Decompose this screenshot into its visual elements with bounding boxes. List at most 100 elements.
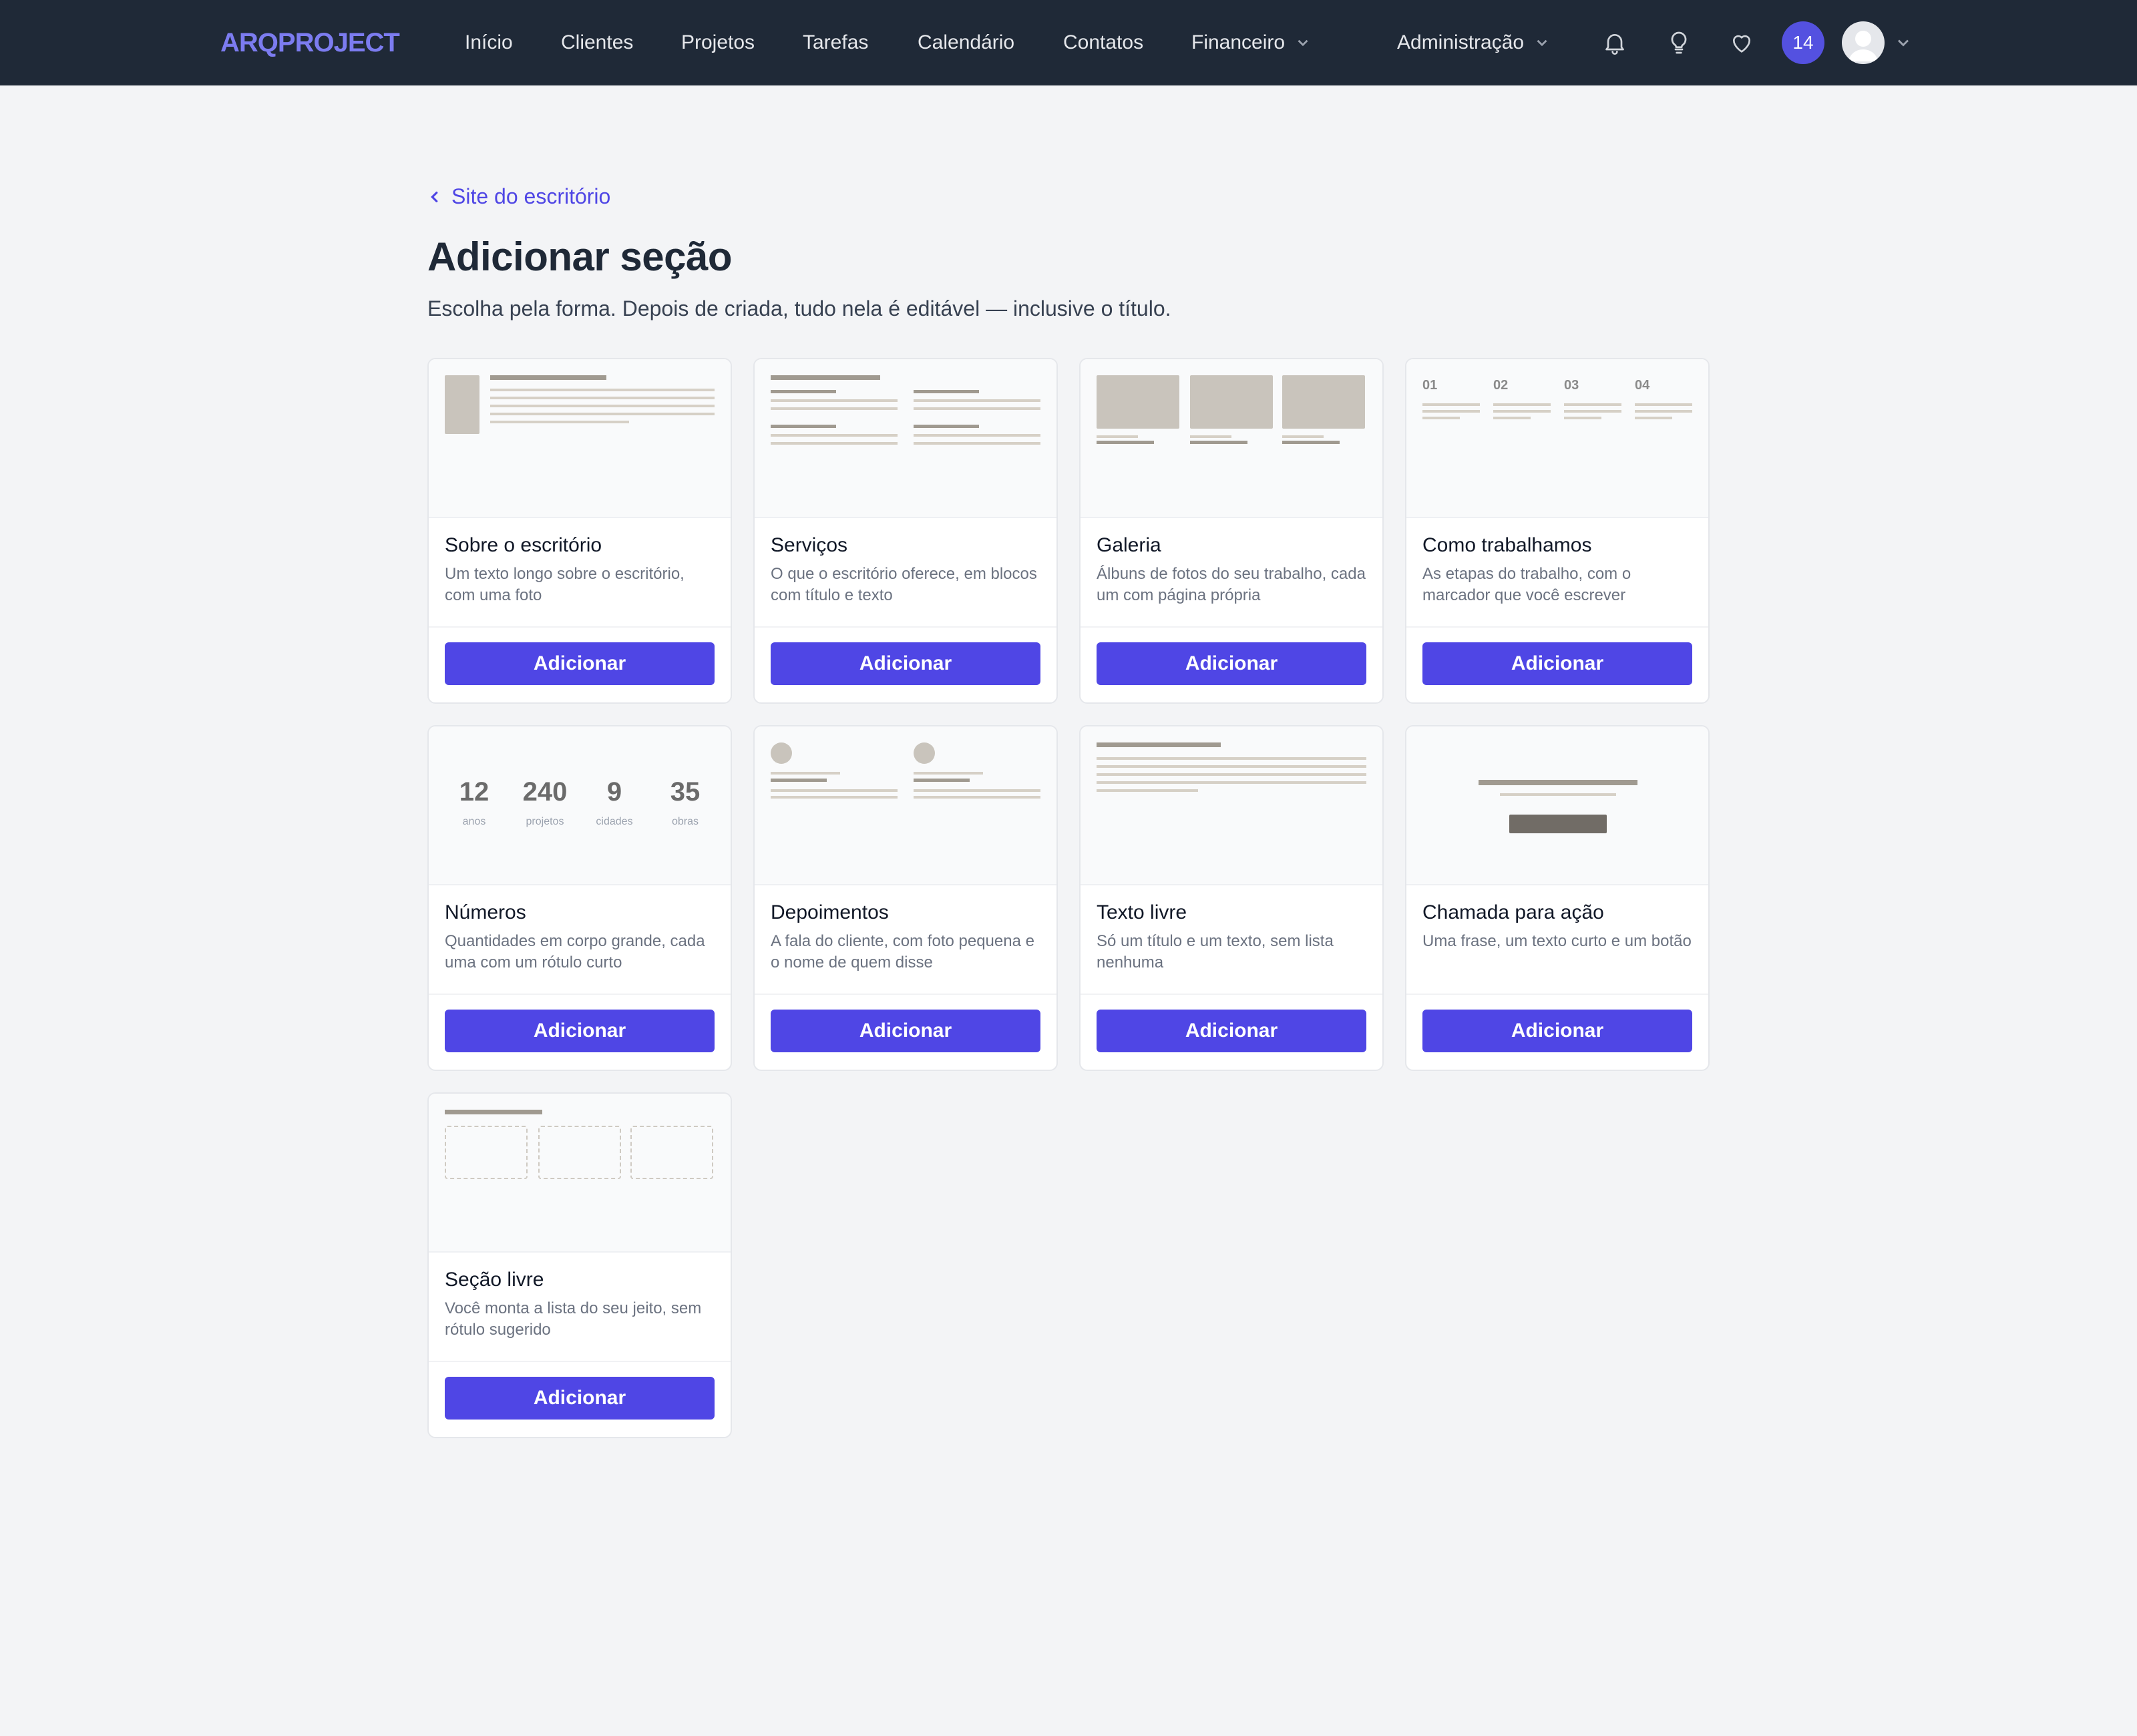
card-divider — [429, 994, 731, 995]
preview-heading — [1479, 780, 1637, 785]
section-preview — [755, 359, 1056, 518]
add-section-button[interactable]: Adicionar — [445, 642, 715, 685]
preview-line — [914, 789, 1040, 792]
preview-line — [1500, 793, 1616, 796]
preview-photo — [1097, 375, 1179, 429]
nav-dropdown-financeiro[interactable]: Financeiro — [1191, 29, 1312, 56]
card-divider — [1406, 994, 1708, 995]
preview-line — [490, 421, 629, 423]
preview-avatar — [771, 742, 792, 764]
preview-line — [1493, 403, 1551, 406]
card-description: A fala do cliente, com foto pequena e o … — [771, 932, 1034, 971]
section-preview: 12 anos 240 projetos 9 cidades 35 obras — [429, 726, 731, 885]
nav-item-tarefas[interactable]: Tarefas — [803, 29, 868, 56]
preview-line — [1422, 403, 1480, 406]
card-title: Depoimentos — [771, 901, 889, 923]
card-title: Sobre o escritório — [445, 534, 602, 556]
chevron-down-icon[interactable] — [1894, 33, 1913, 52]
nav-item-calendario[interactable]: Calendário — [918, 29, 1014, 56]
notification-count-badge[interactable]: 14 — [1782, 21, 1824, 64]
preview-line — [1493, 417, 1531, 419]
preview-number-value: 12 — [459, 777, 490, 807]
add-section-button[interactable]: Adicionar — [445, 1010, 715, 1052]
app-logo[interactable]: ARQPROJECT — [220, 27, 400, 59]
add-section-button[interactable]: Adicionar — [1422, 642, 1692, 685]
preview-line — [490, 389, 715, 391]
preview-line — [1190, 435, 1231, 438]
preview-name — [914, 779, 970, 782]
preview-line — [1097, 781, 1366, 784]
card-description: Uma frase, um texto curto e um botão — [1422, 932, 1692, 950]
preview-line — [771, 796, 898, 799]
nav-dropdown-label: Financeiro — [1191, 31, 1286, 53]
section-card-como-trabalhamos: 01 02 03 04 Como trabalhamos As etapas d… — [1405, 358, 1710, 704]
preview-number-label: anos — [462, 816, 486, 827]
preview-line — [1097, 435, 1138, 438]
section-card-galeria: Galeria Álbuns de fotos do seu trabalho,… — [1079, 358, 1384, 704]
preview-line — [1564, 410, 1621, 413]
preview-line — [914, 772, 983, 775]
card-description: Álbuns de fotos do seu trabalho, cada um… — [1097, 565, 1366, 604]
add-section-button[interactable]: Adicionar — [1097, 642, 1366, 685]
preview-line — [1422, 417, 1460, 419]
preview-name — [771, 779, 827, 782]
nav-item-clientes[interactable]: Clientes — [561, 29, 633, 56]
preview-line — [914, 407, 1040, 410]
section-preview — [1406, 726, 1708, 885]
card-divider — [429, 1361, 731, 1362]
user-placeholder-icon — [1849, 31, 1878, 61]
lightbulb-icon[interactable] — [1664, 28, 1694, 57]
preview-line — [1635, 410, 1692, 413]
add-section-button[interactable]: Adicionar — [1422, 1010, 1692, 1052]
card-description: O que o escritório oferece, em blocos co… — [771, 565, 1037, 604]
page-title: Adicionar seção — [427, 234, 733, 279]
preview-line — [914, 399, 1040, 402]
card-description: Quantidades em corpo grande, cada uma co… — [445, 932, 705, 971]
preview-line — [771, 399, 898, 402]
card-divider — [755, 994, 1056, 995]
preview-heading — [771, 375, 880, 380]
add-section-button[interactable]: Adicionar — [445, 1377, 715, 1420]
preview-line — [771, 789, 898, 792]
bell-icon[interactable] — [1600, 28, 1629, 57]
preview-line — [1564, 417, 1601, 419]
section-preview — [429, 359, 731, 518]
preview-line — [1097, 765, 1366, 768]
card-title: Como trabalhamos — [1422, 534, 1592, 556]
breadcrumb-back-link[interactable]: Site do escritório — [427, 184, 610, 209]
add-section-button[interactable]: Adicionar — [771, 1010, 1040, 1052]
card-description: Um texto longo sobre o escritório, com u… — [445, 565, 685, 604]
preview-avatar — [914, 742, 935, 764]
preview-subheading — [914, 390, 979, 393]
preview-line — [771, 434, 898, 437]
add-section-button[interactable]: Adicionar — [1097, 1010, 1366, 1052]
preview-number-value: 240 — [522, 777, 568, 807]
preview-heading — [490, 375, 606, 380]
preview-photo — [1282, 375, 1365, 429]
nav-item-projetos[interactable]: Projetos — [681, 29, 755, 56]
nav-dropdown-administracao[interactable]: Administração — [1397, 29, 1551, 56]
section-card-sobre: Sobre o escritório Um texto longo sobre … — [427, 358, 732, 704]
preview-step-number: 04 — [1635, 378, 1650, 393]
section-card-texto-livre: Texto livre Só um título e um texto, sem… — [1079, 725, 1384, 1071]
preview-line — [914, 434, 1040, 437]
preview-empty-slot — [445, 1126, 528, 1179]
preview-caption — [1097, 441, 1154, 444]
user-avatar[interactable] — [1842, 21, 1885, 64]
preview-line — [771, 442, 898, 445]
preview-step-number: 03 — [1564, 378, 1579, 393]
preview-number-value: 35 — [670, 777, 701, 807]
card-title: Texto livre — [1097, 901, 1187, 923]
preview-line — [1282, 435, 1324, 438]
nav-item-inicio[interactable]: Início — [465, 29, 513, 56]
preview-line — [1422, 410, 1480, 413]
preview-line — [771, 772, 840, 775]
section-preview — [429, 1094, 731, 1253]
heart-icon[interactable] — [1727, 28, 1756, 57]
preview-empty-slot — [630, 1126, 713, 1179]
preview-line — [1097, 757, 1366, 760]
add-section-button[interactable]: Adicionar — [771, 642, 1040, 685]
chevron-left-icon — [431, 191, 438, 202]
section-card-secao-livre: Seção livre Você monta a lista do seu je… — [427, 1092, 732, 1438]
nav-item-contatos[interactable]: Contatos — [1063, 29, 1143, 56]
